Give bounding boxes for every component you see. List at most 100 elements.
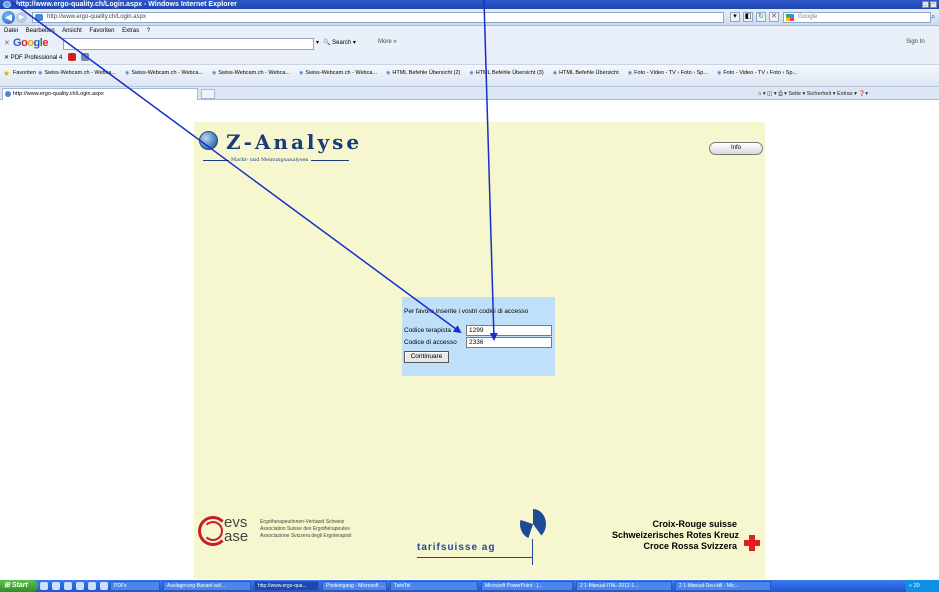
home-icon[interactable]: ⌂ ▾ [758, 91, 766, 97]
search-placeholder: Google [798, 14, 818, 20]
command-menus[interactable]: Seite ▾ Sicherheit ▾ Extras ▾ [788, 91, 857, 97]
close-toolbar-icon[interactable]: ✕ [4, 55, 11, 61]
favorites-star-icon[interactable]: ★ [3, 69, 10, 78]
start-button[interactable]: ⊞ Start [0, 580, 38, 592]
google-icon [786, 14, 794, 21]
menu-item[interactable]: Ansicht [62, 28, 82, 34]
search-icon[interactable]: ⌕ [931, 12, 939, 23]
taskbar-task[interactable]: TwixTel [390, 581, 478, 591]
window-title-bar: http://www.ergo-quality.ch/Login.aspx - … [0, 0, 939, 9]
google-search-input[interactable] [63, 38, 314, 50]
favorite-link[interactable]: Swiss-Webcam.ch - Webca... [212, 70, 290, 76]
red-cross-line: Schweizerisches Rotes Kreuz [612, 530, 740, 540]
system-tray[interactable]: « 20 [906, 580, 939, 592]
evs-line: Association Suisse des Ergothérapeutes [260, 526, 350, 532]
pdf-toolbar: ✕ PDF Professional 4 [0, 52, 939, 65]
new-tab-button[interactable] [201, 89, 215, 99]
quick-launch-icon[interactable] [64, 582, 72, 590]
restore-button[interactable]: ▫ [930, 1, 937, 8]
quick-launch-icon[interactable] [52, 582, 60, 590]
access-code-input[interactable]: 2336 [466, 337, 552, 348]
menu-item[interactable]: Favoriten [89, 28, 114, 34]
page-icon [5, 91, 11, 97]
address-bar: ◀ ▶ http://www.ergo-quality.ch/Login.asp… [0, 9, 939, 26]
taskbar-task[interactable]: Auslagerung-Bananl-auf... [163, 581, 251, 591]
favorite-link[interactable]: HTML Befehle Übersicht (2) [386, 70, 460, 76]
screen: http://www.ergo-quality.ch/Login.aspx - … [0, 0, 939, 592]
taskbar-task-active[interactable]: http://www.ergo-qua... [254, 581, 319, 591]
favorites-items: Swiss-Webcam.ch - Webca... Swiss-Webcam.… [38, 70, 797, 76]
sign-in-button[interactable]: Sign In [906, 39, 925, 45]
favorite-link[interactable]: Foto - Video - TV › Foto › Sp... [628, 70, 708, 76]
search-input[interactable]: Google [783, 12, 931, 23]
ase-logo-text: ase [224, 528, 249, 545]
taskbar-task[interactable]: PDFs [110, 581, 160, 591]
address-actions: ▾ ◧ ↻ ✕ [730, 12, 779, 22]
favorite-link[interactable]: HTML Befehle Übersicht [553, 70, 619, 76]
access-code-label: Codice di accesso [404, 339, 457, 346]
red-cross-line: Croce Rossa Svizzera [643, 541, 737, 551]
url-input[interactable]: http://www.ergo-quality.ch/Login.aspx [32, 12, 724, 23]
red-cross-text: Croix-Rouge suisse Schweizerisches Rotes… [612, 519, 740, 552]
tarifsuisse-logo: tarifsuisse ag [417, 509, 546, 569]
evs-line: Associazione Svizzera degli Ergoterapist… [260, 533, 352, 539]
taskbar-task[interactable]: 2 1-Manual-ITAL-2012-1... [576, 581, 672, 591]
taskbar-tasks: PDFs Auslagerung-Bananl-auf... http://ww… [110, 581, 771, 591]
minimize-button[interactable]: _ [922, 1, 929, 8]
dropdown-icon[interactable]: ▾ [730, 12, 740, 22]
tab-title: http://www.ergo-quality.ch/Login.aspx [13, 91, 104, 97]
close-toolbar-icon[interactable]: ✕ [4, 39, 10, 47]
quick-launch-icon[interactable] [76, 582, 84, 590]
login-prompt: Per favore inserite i vostri codici di a… [404, 308, 529, 315]
menu-item[interactable]: ? [147, 28, 150, 34]
favorite-link[interactable]: Swiss-Webcam.ch - Webca... [125, 70, 203, 76]
favorite-link[interactable]: Foto - Video - TV › Foto › Sp... [717, 70, 797, 76]
favorite-link[interactable]: Swiss-Webcam.ch - Webca... [299, 70, 377, 76]
quick-launch-icon[interactable] [40, 582, 48, 590]
evs-description: Ergotherapeutinnen-Verband Schweiz Assoc… [260, 519, 351, 540]
chevron-down-icon[interactable]: ▾ [316, 39, 319, 46]
back-button[interactable]: ◀ [2, 11, 15, 24]
quick-launch-icon[interactable] [100, 582, 108, 590]
menu-item[interactable]: Bearbeiten [26, 28, 55, 34]
taskbar-task[interactable]: Posteingang - Microsoft ... [322, 581, 387, 591]
google-search-button[interactable]: 🔍 Search ▾ [323, 39, 356, 46]
google-toolbar: ✕ Google ▾ 🔍 Search ▾ More » Sign In [0, 36, 939, 52]
therapist-code-input[interactable]: 1299 [466, 325, 552, 336]
therapist-code-label: Codice terapista [404, 327, 451, 334]
window-controls: _ ▫ [922, 1, 937, 8]
print-icon[interactable]: ⎙ ▾ [778, 91, 788, 97]
tab-active[interactable]: http://www.ergo-quality.ch/Login.aspx [2, 88, 198, 100]
pdf-settings-icon[interactable] [80, 53, 89, 62]
tab-row: http://www.ergo-quality.ch/Login.aspx ⌂ … [0, 87, 939, 100]
favorite-link[interactable]: HTML Befehle Übersicht (3) [469, 70, 544, 76]
taskbar-task[interactable]: Microsoft PowerPoint - [... [481, 581, 573, 591]
info-button[interactable]: Info [709, 142, 763, 155]
compatibility-icon[interactable]: ◧ [743, 12, 753, 22]
pdf-icon[interactable] [68, 53, 77, 62]
google-logo: Google [13, 37, 48, 49]
quick-launch-icon[interactable] [88, 582, 96, 590]
stop-icon[interactable]: ✕ [769, 12, 779, 22]
taskbar-task[interactable]: 2 1-Manual-Deu-kill - Mic... [675, 581, 771, 591]
evs-ase-logo: evs ase [198, 514, 256, 550]
more-button[interactable]: More » [378, 39, 397, 45]
tarifsuisse-vline [532, 539, 533, 565]
forward-button[interactable]: ▶ [16, 12, 27, 23]
menu-item[interactable]: Datei [4, 28, 18, 34]
taskbar: ⊞ Start PDFs Auslagerung-Bananl-auf... h… [0, 580, 939, 592]
refresh-icon[interactable]: ↻ [756, 12, 766, 22]
continue-button[interactable]: Continuare [404, 351, 449, 363]
help-icon[interactable]: ❓▾ [858, 91, 868, 97]
favorites-label[interactable]: Favoriten [13, 70, 36, 76]
tarifsuisse-mark-icon [520, 509, 546, 539]
feeds-icon[interactable]: ◫ ▾ [767, 91, 777, 97]
red-cross-line: Croix-Rouge suisse [652, 519, 737, 529]
brand-subtitle: Markt- und Meinungsanalysen [229, 157, 311, 163]
favorite-link[interactable]: Swiss-Webcam.ch - Webca... [38, 70, 116, 76]
page-icon [35, 14, 43, 21]
favorites-bar: ★ Favoriten Swiss-Webcam.ch - Webca... S… [0, 65, 939, 87]
partner-logos: evs ase Ergotherapeutinnen-Verband Schwe… [194, 509, 765, 579]
menu-bar: Datei Bearbeiten Ansicht Favoriten Extra… [0, 26, 939, 36]
menu-item[interactable]: Extras [122, 28, 139, 34]
